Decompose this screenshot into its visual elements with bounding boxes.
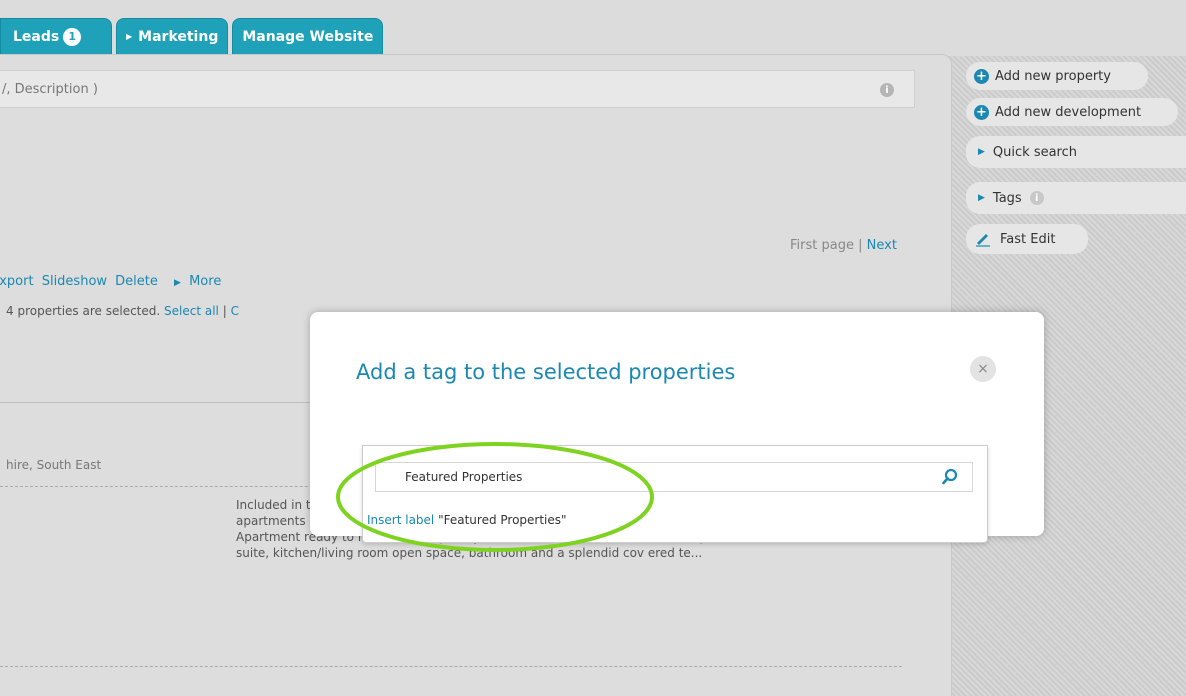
tag-input-panel: Insert label "Featured Properties": [362, 445, 988, 543]
search-icon[interactable]: [941, 468, 959, 486]
insert-label-link[interactable]: Insert label: [367, 513, 434, 527]
dialog-title: Add a tag to the selected properties: [356, 360, 736, 384]
insert-label-suggestion[interactable]: Insert label "Featured Properties": [367, 513, 567, 527]
close-icon[interactable]: ×: [970, 356, 996, 382]
tag-search-input[interactable]: [375, 462, 973, 492]
insert-label-value: "Featured Properties": [434, 513, 567, 527]
